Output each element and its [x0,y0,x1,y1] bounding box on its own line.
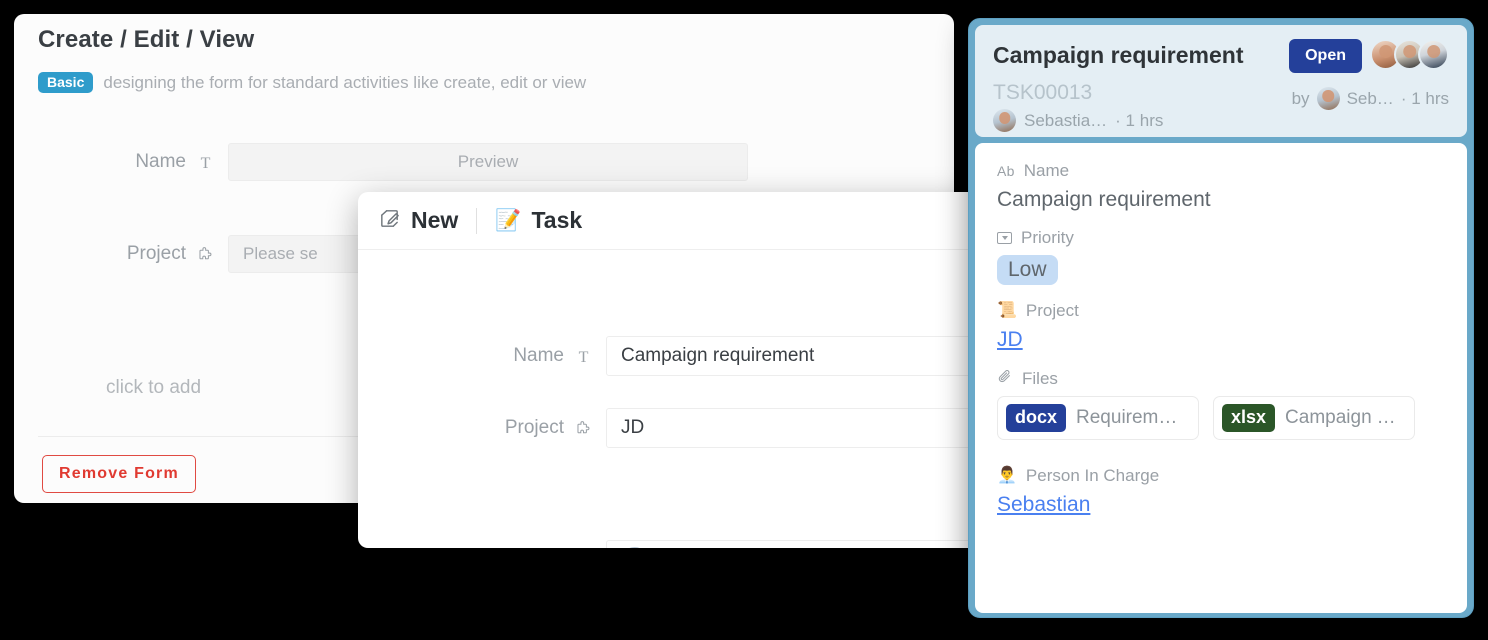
task-author-name: Sebastia… [1024,110,1108,130]
task-field-project-label: Project [358,417,606,439]
task-field-name-label: Name T [358,345,606,367]
status-badge: Basic [38,72,94,93]
task-created-by-name: Seb… [1346,88,1394,108]
designer-field-name-text: Name [135,151,186,172]
page-title: Create / Edit / View [38,26,255,53]
new-task-dialog-header: New 📝 Task [358,192,998,250]
svg-text:T: T [579,349,589,365]
priority-badge: Low [997,255,1058,285]
new-task-dialog-body: Name T Campaign requirement Project JD [358,250,998,548]
detail-field-name-label: Ab Name [997,161,1445,181]
detail-field-files-text: Files [1022,368,1058,388]
puzzle-icon [197,246,214,263]
task-field-project-text: Project [504,417,564,438]
file-chip[interactable]: xlsx Campaign Ti… [1213,396,1415,440]
avatar [621,546,648,548]
file-chip[interactable]: docx Requirement… [997,396,1199,440]
detail-field-name-value: Campaign requirement [997,188,1211,211]
detail-field-priority-label: Priority [997,228,1445,248]
ab-icon: Ab [997,163,1015,179]
designer-field-name-label: Name T [14,151,228,173]
file-type-badge: xlsx [1222,404,1276,432]
task-detail-title-row: Campaign requirement Open [993,39,1449,73]
detail-field-priority: Priority Low [997,228,1445,285]
task-field-name: Name T Campaign requirement [358,336,978,376]
header-separator [476,207,478,234]
task-field-project-input[interactable]: JD [606,408,978,448]
designer-field-name-input[interactable]: Preview [228,143,748,181]
person-in-charge-link[interactable]: Sebastian [997,493,1090,516]
scroll-icon: 📜 [997,302,1017,319]
task-created-by-prefix: by [1291,88,1310,108]
task-field-person-in-charge: Person In Charge Sebastian [358,540,978,548]
click-to-add-placeholder[interactable]: click to add [106,377,201,399]
task-field-project: Project JD [358,408,978,448]
new-task-dialog: New 📝 Task Name T Campaign requirement P… [358,192,998,548]
project-link[interactable]: JD [997,328,1023,351]
detail-field-priority-text: Priority [1021,228,1074,247]
dialog-type: 📝 Task [495,207,582,234]
task-detail-header: Campaign requirement Open TSK00013 Sebas… [975,25,1467,137]
task-field-name-input[interactable]: Campaign requirement [606,336,978,376]
person-office-icon: 👨‍💼 [997,466,1017,484]
text-icon: T [197,154,214,171]
remove-form-button[interactable]: Remove Form [42,455,196,493]
puzzle-icon [575,420,592,437]
select-icon [997,232,1012,244]
edit-square-icon [378,207,401,235]
paperclip-icon [997,368,1013,389]
task-field-person-in-charge-input[interactable]: Sebastian [606,540,978,548]
task-detail-panel: Campaign requirement Open TSK00013 Sebas… [968,18,1474,618]
task-created-by: by Seb… · 1 hrs [1292,87,1449,110]
file-name: Campaign Ti… [1285,406,1402,428]
open-button[interactable]: Open [1289,39,1362,73]
detail-field-project-text: Project [1025,301,1079,320]
detail-field-name-text: Name [1023,161,1070,180]
task-created-by-time: · 1 hrs [1400,88,1449,108]
detail-field-person-in-charge: 👨‍💼 Person In Charge Sebastian [997,466,1445,517]
page-subtitle-row: Basic designing the form for standard ac… [38,72,586,93]
avatar[interactable] [1418,39,1449,70]
assignee-avatar-stack[interactable] [1370,39,1449,70]
memo-pencil-icon: 📝 [495,209,522,232]
task-author-time: · 1 hrs [1115,110,1164,130]
file-name: Requirement… [1076,406,1186,428]
detail-field-person-in-charge-label: 👨‍💼 Person In Charge [997,466,1445,486]
svg-text:T: T [201,155,211,171]
dialog-mode-label: New [411,207,459,233]
detail-field-project-label: 📜 Project [997,301,1445,321]
detail-field-project: 📜 Project JD [997,301,1445,352]
detail-field-files-label: Files [997,368,1445,389]
designer-field-project-text: Project [126,243,186,264]
task-detail-body: Ab Name Campaign requirement Priority Lo… [975,143,1467,613]
avatar [1316,87,1340,110]
task-field-name-text: Name [513,345,564,366]
detail-field-person-in-charge-text: Person In Charge [1025,465,1160,485]
task-detail-title: Campaign requirement [993,42,1244,68]
avatar [993,109,1016,132]
detail-field-files: Files docx Requirement… xlsx Campaign Ti… [997,368,1445,440]
file-chip-list: docx Requirement… xlsx Campaign Ti… [997,396,1445,440]
screen: Create / Edit / View Basic designing the… [0,0,1488,640]
task-author: Sebastia… · 1 hrs [993,109,1449,132]
file-type-badge: docx [1006,404,1067,432]
designer-field-project-label: Project [14,243,228,265]
detail-field-name: Ab Name Campaign requirement [997,161,1445,212]
text-icon: T [575,348,592,365]
dialog-mode: New [378,207,458,235]
dialog-type-label: Task [531,207,583,233]
page-subtitle: designing the form for standard activiti… [103,72,587,92]
designer-field-name: Name T Preview [14,143,748,181]
